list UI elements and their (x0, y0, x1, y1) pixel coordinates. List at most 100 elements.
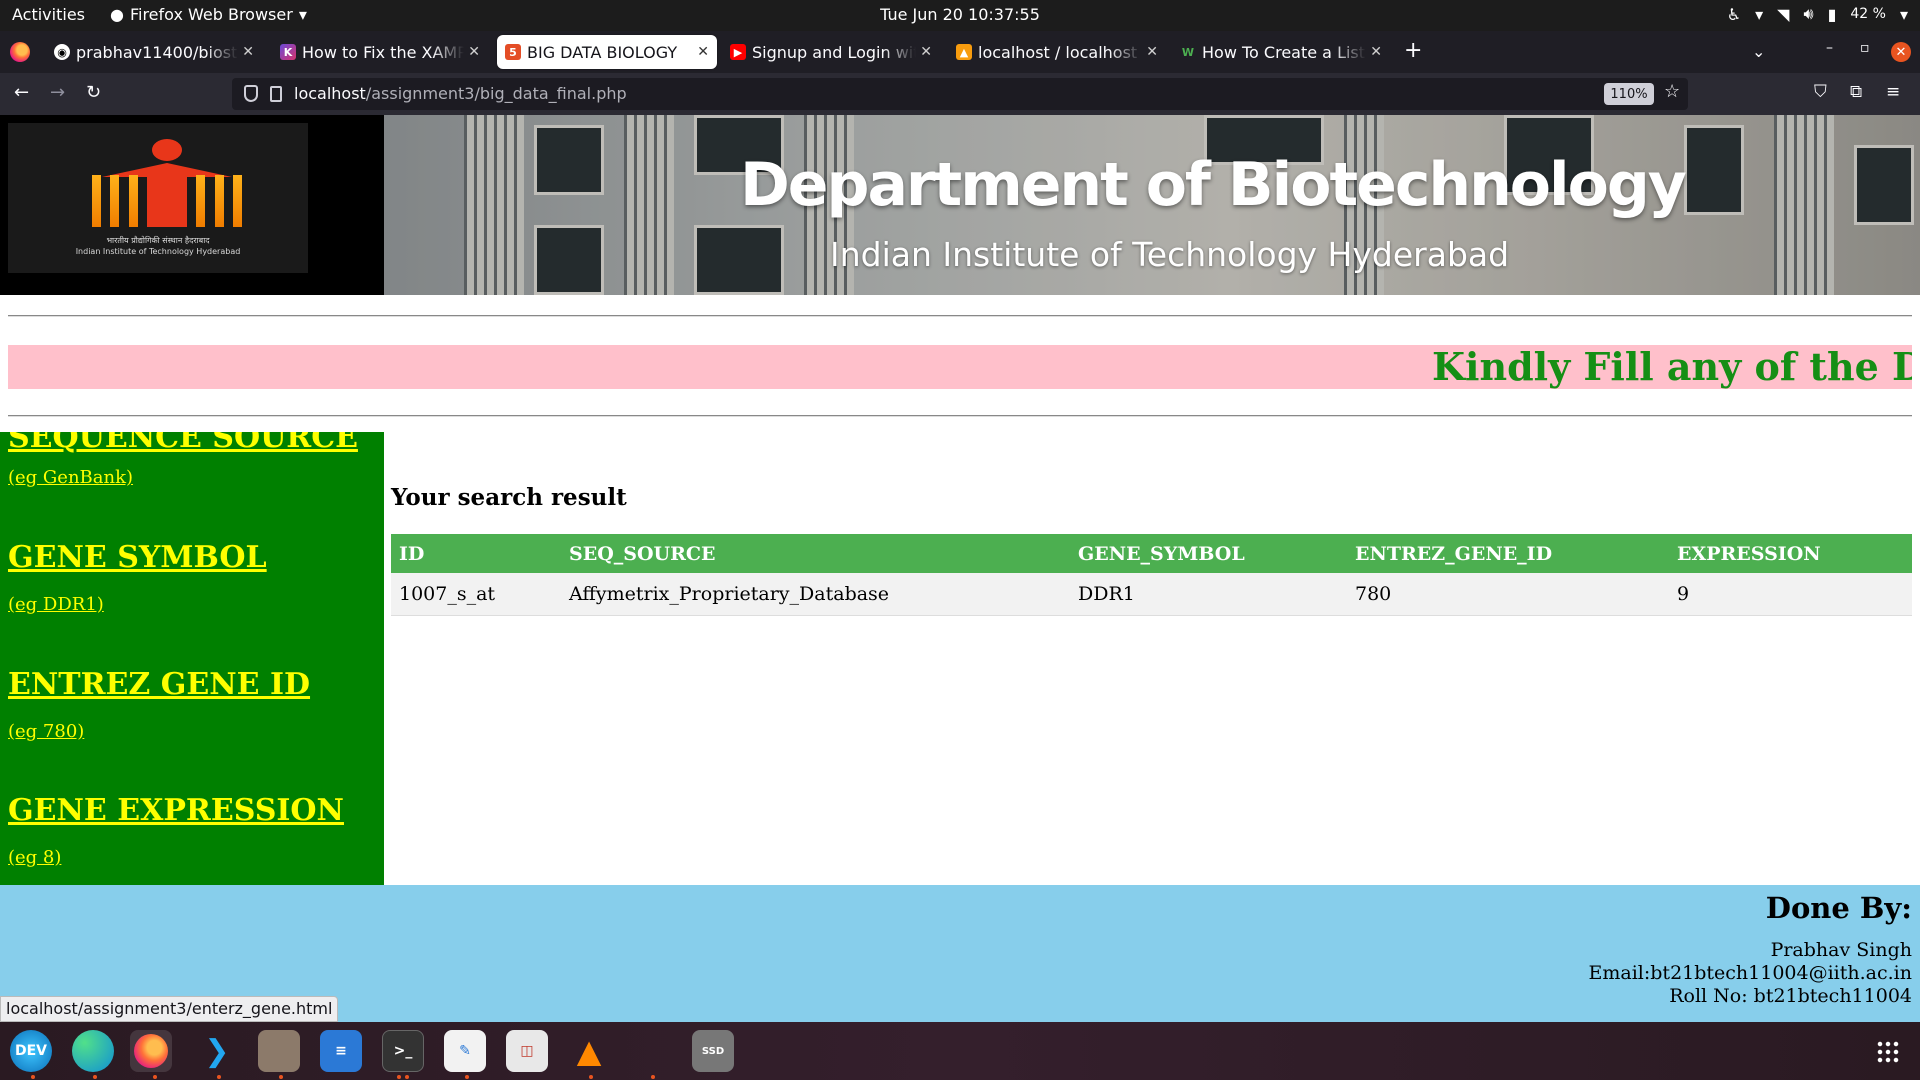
tab-strip: ◉ prabhav11400/biostat ✕ K How to Fix th… (0, 31, 1920, 73)
url-bar[interactable]: localhost/assignment3/big_data_final.php… (232, 78, 1688, 110)
cell-entrez-gene-id: 780 (1347, 573, 1669, 616)
column-header-gene-symbol: GENE_SYMBOL (1070, 534, 1347, 573)
web-page: भारतीय प्रौद्योगिकी संस्थान हैदराबाद Indi… (0, 115, 1920, 1022)
column-header-id: ID (391, 534, 561, 573)
url-text[interactable]: localhost/assignment3/big_data_final.php (294, 84, 627, 103)
divider (8, 315, 1912, 317)
show-applications-icon[interactable] (1876, 1040, 1900, 1064)
list-all-tabs-icon[interactable]: ⌄ (1752, 42, 1765, 61)
sidebar-link-gene-expression[interactable]: GENE EXPRESSION (8, 793, 344, 828)
dock: DEV ❯ ≡ >_ ✎ ◫ ▲ SSD (0, 1022, 1920, 1080)
system-tray[interactable]: ♿︎ ▾ ◥ 🔊︎ ▮ 42 % ▾ (1727, 4, 1908, 24)
accessibility-icon[interactable]: ♿︎ (1727, 5, 1741, 24)
cell-gene-symbol: DDR1 (1070, 573, 1347, 616)
table-row: 1007_s_at Affymetrix_Proprietary_Databas… (391, 573, 1912, 616)
close-icon[interactable]: ✕ (920, 44, 932, 60)
firefox-small-icon: ● (110, 5, 124, 24)
window-close-button[interactable]: ✕ (1891, 42, 1911, 62)
page-title: Department of Biotechnology (740, 150, 1687, 220)
column-header-entrez-gene-id: ENTREZ_GENE_ID (1347, 534, 1669, 573)
navigation-toolbar: ← → ↻ localhost/assignment3/big_data_fin… (0, 73, 1920, 115)
ssd-icon[interactable]: SSD (692, 1030, 734, 1072)
author-email: Email:bt21btech11004@iith.ac.in (1588, 962, 1913, 984)
back-icon[interactable]: ← (14, 82, 29, 103)
sidebar-example-entrez-gene-id[interactable]: (eg 780) (8, 721, 84, 742)
sidebar-link-sequence-source[interactable]: SEQUENCE SOURCE (8, 432, 358, 455)
bookmark-star-icon[interactable]: ☆ (1664, 81, 1680, 102)
phpmyadmin-icon: ▲ (956, 44, 972, 60)
results-table: ID SEQ_SOURCE GENE_SYMBOL ENTREZ_GENE_ID… (391, 534, 1912, 616)
table-header-row: ID SEQ_SOURCE GENE_SYMBOL ENTREZ_GENE_ID… (391, 534, 1912, 573)
reload-icon[interactable]: ↻ (86, 82, 101, 103)
close-icon[interactable]: ✕ (468, 44, 480, 60)
author-roll-number: Roll No: bt21btech11004 (1669, 985, 1912, 1007)
marquee-text: Kindly Fill any of the D (1432, 345, 1912, 389)
cell-expression: 9 (1669, 573, 1912, 616)
writer-icon[interactable]: ≡ (320, 1030, 362, 1072)
header-banner: भारतीय प्रौद्योगिकी संस्थान हैदराबाद Indi… (0, 115, 1920, 295)
pocket-icon[interactable]: ⛉ (1814, 82, 1827, 102)
clock[interactable]: Tue Jun 20 10:37:55 (880, 5, 1040, 24)
document-viewer-icon[interactable]: ◫ (506, 1030, 548, 1072)
chevron-down-icon: ▾ (298, 5, 307, 24)
system-top-bar: Activities ● Firefox Web Browser ▾ Tue J… (0, 0, 1920, 31)
edge-icon[interactable] (72, 1030, 114, 1072)
extensions-icon[interactable]: ⧉ (1850, 82, 1862, 102)
k-icon: K (280, 44, 296, 60)
close-icon[interactable]: ✕ (1370, 44, 1382, 60)
volume-icon: 🔊︎ (1803, 4, 1814, 23)
sidebar-link-entrez-gene-id[interactable]: ENTREZ GENE ID (8, 667, 310, 702)
chevron-down-icon: ▾ (1755, 4, 1764, 24)
column-header-seq-source: SEQ_SOURCE (561, 534, 1070, 573)
w-icon: W (1181, 45, 1195, 59)
tab-list-group[interactable]: W How To Create a List G ✕ (1172, 35, 1390, 69)
vscode-icon[interactable]: ❯ (196, 1030, 238, 1072)
vlc-icon[interactable]: ▲ (568, 1030, 610, 1072)
page-info-icon[interactable] (270, 86, 282, 102)
result-heading: Your search result (391, 484, 627, 511)
battery-icon: ▮ (1827, 4, 1837, 24)
app-menu-label: Firefox Web Browser (129, 5, 293, 24)
app-menu[interactable]: ● Firefox Web Browser ▾ (110, 5, 307, 24)
activities-button[interactable]: Activities (12, 5, 85, 24)
tab-xampp[interactable]: K How to Fix the XAMPP ✕ (272, 35, 488, 69)
text-editor-icon[interactable]: ✎ (444, 1030, 486, 1072)
search-sidebar: SEQUENCE SOURCE (eg GenBank) GENE SYMBOL… (0, 432, 384, 885)
new-tab-button[interactable]: + (1404, 38, 1422, 63)
forward-icon[interactable]: → (50, 82, 65, 103)
tracking-shield-icon[interactable] (244, 85, 258, 102)
tab-signup-login[interactable]: ▶ Signup and Login with ✕ (722, 35, 940, 69)
sidebar-link-gene-symbol[interactable]: GENE SYMBOL (8, 540, 267, 575)
sidebar-example-gene-expression[interactable]: (eg 8) (8, 847, 61, 868)
firefox-view-icon[interactable] (10, 42, 30, 62)
maximize-icon[interactable]: ▫ (1860, 40, 1870, 56)
tab-big-data-biology[interactable]: 5 BIG DATA BIOLOGY ✕ (497, 35, 717, 69)
tab-phpmyadmin[interactable]: ▲ localhost / localhost / ✕ (948, 35, 1166, 69)
iith-logo: भारतीय प्रौद्योगिकी संस्थान हैदराबाद Indi… (8, 123, 308, 273)
github-icon: ◉ (54, 44, 70, 60)
chevron-down-icon: ▾ (1899, 4, 1908, 24)
author-name: Prabhav Singh (1770, 939, 1912, 961)
sidebar-example-gene-symbol[interactable]: (eg DDR1) (8, 594, 104, 615)
close-icon[interactable]: ✕ (697, 44, 709, 60)
cell-seq-source: Affymetrix_Proprietary_Database (561, 573, 1070, 616)
sidebar-example-sequence-source[interactable]: (eg GenBank) (8, 467, 133, 488)
cell-id: 1007_s_at (391, 573, 561, 616)
tab-github[interactable]: ◉ prabhav11400/biostat ✕ (46, 35, 262, 69)
close-icon[interactable]: ✕ (1146, 44, 1158, 60)
html-icon: 5 (505, 44, 521, 60)
column-header-expression: EXPRESSION (1669, 534, 1912, 573)
close-icon[interactable]: ✕ (242, 44, 254, 60)
firefox-icon[interactable] (130, 1030, 172, 1072)
terminal-icon[interactable]: >_ (382, 1030, 424, 1072)
footer-heading: Done By: (1765, 891, 1912, 925)
edge-dev-icon[interactable]: DEV (10, 1030, 52, 1072)
zoom-indicator[interactable]: 110% (1604, 83, 1654, 105)
minimize-icon[interactable]: – (1826, 40, 1833, 56)
files-icon[interactable] (258, 1030, 300, 1072)
marquee-banner: Kindly Fill any of the D (8, 345, 1912, 389)
page-subtitle: Indian Institute of Technology Hyderabad (830, 235, 1510, 274)
menu-icon[interactable]: ≡ (1886, 82, 1900, 102)
wifi-icon: ◥ (1777, 4, 1790, 24)
link-status-tooltip: localhost/assignment3/enterz_gene.html (0, 996, 339, 1022)
